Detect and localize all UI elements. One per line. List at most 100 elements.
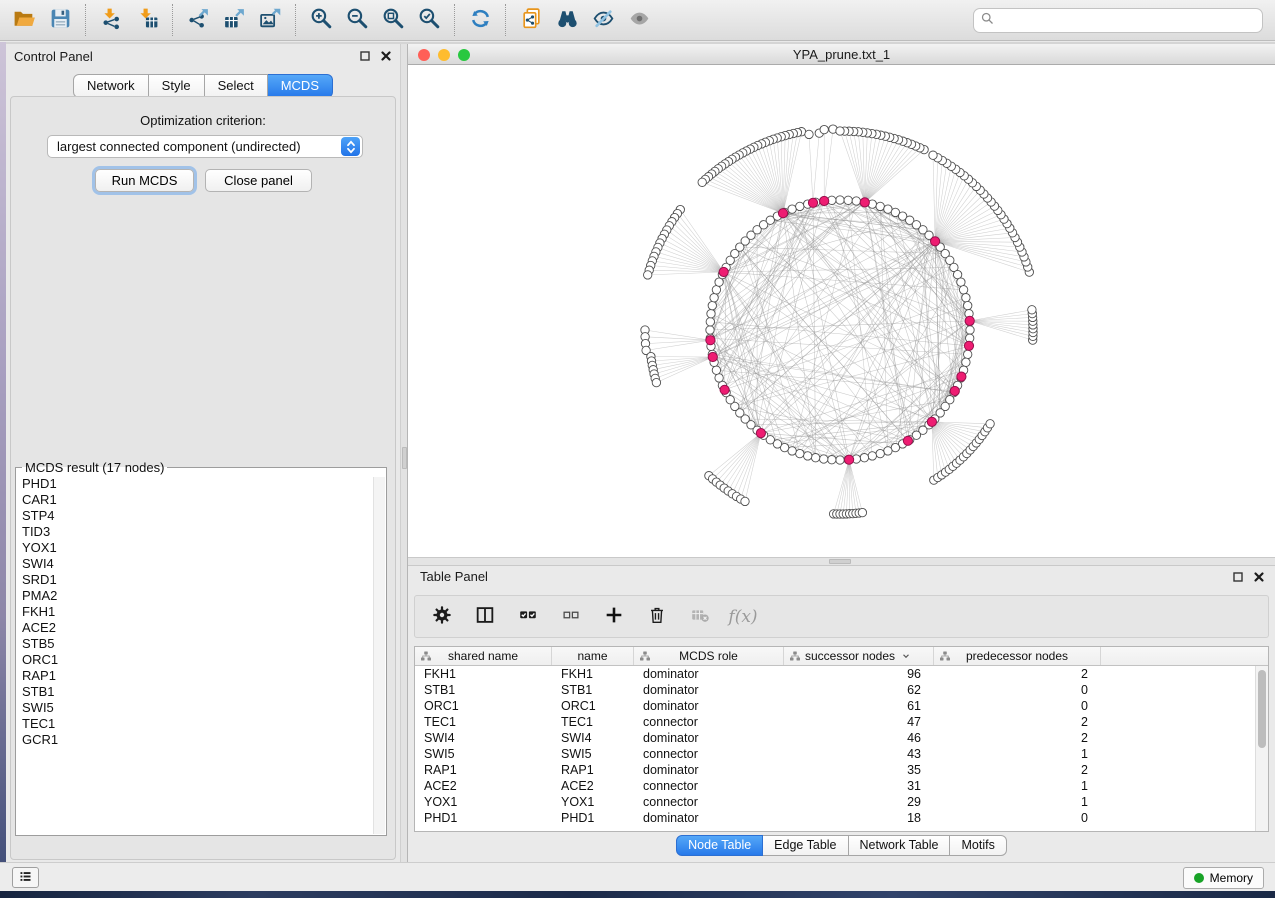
maximize-window-button[interactable] <box>458 49 470 61</box>
graph-node[interactable] <box>712 286 720 294</box>
graph-node[interactable] <box>706 318 714 326</box>
mcds-result-item[interactable]: GCR1 <box>22 732 370 748</box>
table-row[interactable]: SWI4SWI4dominator462 <box>415 730 1268 746</box>
memory-button[interactable]: Memory <box>1183 867 1264 889</box>
delete-columns-button[interactable] <box>644 604 670 630</box>
graph-node[interactable] <box>962 358 970 366</box>
tab-mcds[interactable]: MCDS <box>268 74 333 98</box>
tab-style[interactable]: Style <box>149 74 205 98</box>
graph-node[interactable] <box>788 205 796 213</box>
zoom-fit-button[interactable] <box>375 4 411 36</box>
delete-table-button[interactable] <box>687 604 713 630</box>
network-canvas[interactable] <box>408 65 1275 557</box>
horizontal-splitter[interactable] <box>408 557 1275 566</box>
graph-hub-node[interactable] <box>778 209 787 218</box>
graph-node[interactable] <box>966 326 974 334</box>
vertical-splitter[interactable] <box>400 44 408 862</box>
table-row[interactable]: RAP1RAP1dominator352 <box>415 762 1268 778</box>
graph-hub-node[interactable] <box>927 417 936 426</box>
graph-node[interactable] <box>876 449 884 457</box>
save-session-button[interactable] <box>42 4 78 36</box>
graph-node[interactable] <box>828 456 836 464</box>
close-panel-icon[interactable] <box>380 50 392 62</box>
mcds-result-item[interactable]: SWI5 <box>22 700 370 716</box>
mcds-result-item[interactable]: ORC1 <box>22 652 370 668</box>
graph-hub-node[interactable] <box>808 198 817 207</box>
tab-motifs[interactable]: Motifs <box>950 835 1006 856</box>
graph-leaf-node[interactable] <box>644 271 652 279</box>
open-file-button[interactable] <box>6 4 42 36</box>
mcds-result-item[interactable]: ACE2 <box>22 620 370 636</box>
table-row[interactable]: TEC1TEC1connector472 <box>415 714 1268 730</box>
table-row[interactable]: STB1STB1dominator620 <box>415 682 1268 698</box>
float-panel-icon[interactable] <box>1232 571 1244 583</box>
graph-node[interactable] <box>715 374 723 382</box>
export-table-button[interactable] <box>216 4 252 36</box>
result-scrollbar[interactable] <box>373 477 385 834</box>
graph-hub-node[interactable] <box>860 198 869 207</box>
graph-node[interactable] <box>860 454 868 462</box>
select-all-button[interactable] <box>515 604 541 630</box>
graph-node[interactable] <box>884 447 892 455</box>
graph-node[interactable] <box>868 452 876 460</box>
close-window-button[interactable] <box>418 49 430 61</box>
table-row[interactable]: FKH1FKH1dominator962 <box>415 666 1268 682</box>
graph-hub-node[interactable] <box>957 372 966 381</box>
tab-network-table[interactable]: Network Table <box>849 835 951 856</box>
graph-node[interactable] <box>706 326 714 334</box>
tab-node-table[interactable]: Node Table <box>676 835 763 856</box>
refresh-view-button[interactable] <box>462 4 498 36</box>
graph-node[interactable] <box>957 278 965 286</box>
graph-node[interactable] <box>710 294 718 302</box>
graph-node[interactable] <box>804 452 812 460</box>
graph-node[interactable] <box>796 449 804 457</box>
import-table-button[interactable] <box>129 4 165 36</box>
tab-edge-table[interactable]: Edge Table <box>763 835 848 856</box>
table-scrollbar[interactable] <box>1255 666 1268 831</box>
close-panel-button[interactable]: Close panel <box>205 169 312 192</box>
column-header-shared-name[interactable]: shared name <box>415 647 552 665</box>
float-panel-icon[interactable] <box>359 50 371 62</box>
table-row[interactable]: SWI5SWI5connector431 <box>415 746 1268 762</box>
mcds-result-item[interactable]: CAR1 <box>22 492 370 508</box>
show-all-button[interactable] <box>621 4 657 36</box>
add-column-button[interactable] <box>601 604 627 630</box>
graph-node[interactable] <box>712 366 720 374</box>
graph-node[interactable] <box>962 294 970 302</box>
mcds-result-item[interactable]: SWI4 <box>22 556 370 572</box>
graph-leaf-node[interactable] <box>858 508 866 516</box>
graph-hub-node[interactable] <box>756 429 765 438</box>
graph-hub-node[interactable] <box>820 196 829 205</box>
graph-node[interactable] <box>852 197 860 205</box>
search-input[interactable] <box>999 10 1256 30</box>
zoom-selected-button[interactable] <box>411 4 447 36</box>
table-row[interactable]: PHD1PHD1dominator180 <box>415 810 1268 826</box>
graph-leaf-node[interactable] <box>741 497 749 505</box>
graph-hub-node[interactable] <box>965 316 974 325</box>
export-image-button[interactable] <box>252 4 288 36</box>
search-objects-button[interactable] <box>549 4 585 36</box>
mcds-result-item[interactable]: SRD1 <box>22 572 370 588</box>
graph-node[interactable] <box>820 455 828 463</box>
graph-node[interactable] <box>811 454 819 462</box>
zoom-out-button[interactable] <box>339 4 375 36</box>
function-builder-button[interactable]: f(x) <box>730 604 756 630</box>
mcds-result-item[interactable]: RAP1 <box>22 668 370 684</box>
graph-node[interactable] <box>964 301 972 309</box>
graph-node[interactable] <box>836 456 844 464</box>
graph-hub-node[interactable] <box>931 237 940 246</box>
graph-leaf-node[interactable] <box>836 127 844 135</box>
graph-leaf-node[interactable] <box>820 125 828 133</box>
import-network-button[interactable] <box>93 4 129 36</box>
graph-hub-node[interactable] <box>706 336 715 345</box>
scrollbar-thumb[interactable] <box>1258 670 1266 748</box>
graph-node[interactable] <box>708 301 716 309</box>
graph-node[interactable] <box>707 310 715 318</box>
graph-hub-node[interactable] <box>845 455 854 464</box>
tab-network[interactable]: Network <box>73 74 149 98</box>
graph-hub-node[interactable] <box>720 385 729 394</box>
share-document-button[interactable] <box>513 4 549 36</box>
graph-leaf-node[interactable] <box>1028 306 1036 314</box>
mcds-result-item[interactable]: YOX1 <box>22 540 370 556</box>
table-row[interactable]: YOX1YOX1connector291 <box>415 794 1268 810</box>
